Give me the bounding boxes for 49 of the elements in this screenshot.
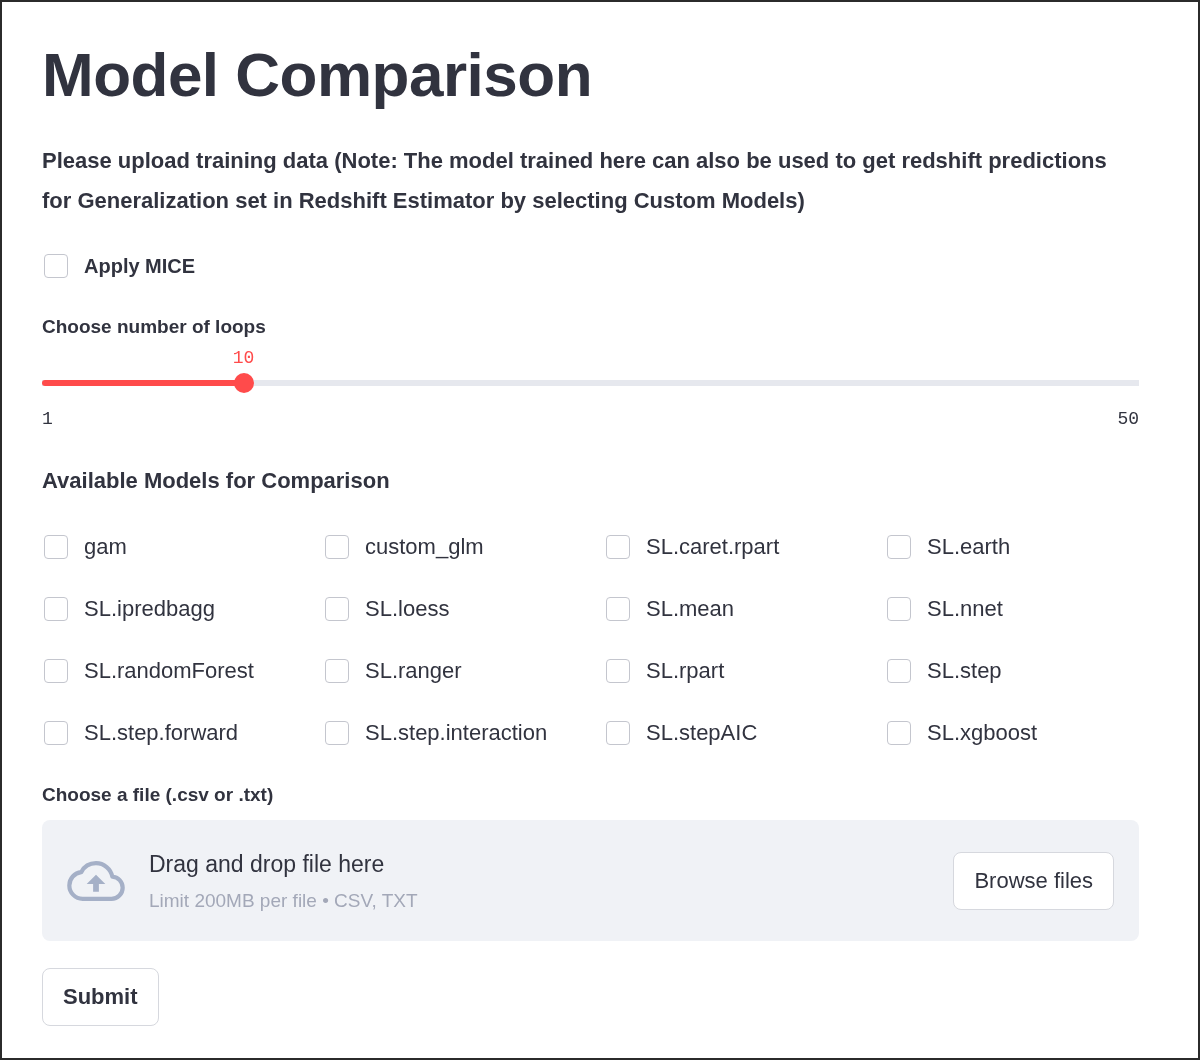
uploader-label: Choose a file (.csv or .txt) (42, 783, 275, 807)
checkbox[interactable] (44, 721, 68, 745)
slider-min-label: 1 (42, 409, 53, 429)
checkbox[interactable] (325, 659, 349, 683)
checkbox-label[interactable]: Apply MICE (84, 253, 196, 279)
checkbox[interactable] (44, 535, 68, 559)
checkbox[interactable] (606, 721, 630, 745)
checkbox-label[interactable]: gam (84, 534, 127, 560)
checkbox-label[interactable]: SL.xgboost (927, 720, 1038, 746)
checkbox[interactable] (887, 659, 911, 683)
checkbox[interactable] (887, 597, 911, 621)
checkbox[interactable] (44, 597, 68, 621)
checkbox[interactable] (44, 659, 68, 683)
checkbox-label[interactable]: SL.ipredbagg (84, 596, 215, 622)
browse-files-button[interactable]: Browse files (953, 851, 1114, 910)
checkbox-label[interactable]: SL.randomForest (84, 658, 254, 684)
page-title: Model Comparison (42, 40, 594, 110)
checkbox-label[interactable]: SL.stepAIC (646, 720, 758, 746)
slider-label: Choose number of loops (42, 315, 267, 339)
checkbox-label[interactable]: SL.mean (646, 596, 735, 622)
checkbox-label[interactable]: SL.earth (927, 534, 1011, 560)
checkbox[interactable] (325, 535, 349, 559)
checkbox-label[interactable]: SL.step (927, 658, 1002, 684)
checkbox[interactable] (44, 254, 68, 278)
cloud-upload-icon (67, 860, 125, 901)
dropzone-hint: Limit 200MB per file • CSV, TXT (149, 889, 419, 912)
checkbox[interactable] (887, 535, 911, 559)
checkbox-label[interactable]: SL.loess (365, 596, 450, 622)
checkbox-label[interactable]: SL.nnet (927, 596, 1003, 622)
file-dropzone[interactable]: Drag and drop file here Limit 200MB per file • CSV, TXT Browse files (42, 820, 1139, 941)
slider-thumb[interactable] (233, 373, 254, 393)
dropzone-title: Drag and drop file here (149, 849, 386, 878)
slider-value: 10 (232, 348, 255, 368)
checkbox-label[interactable]: SL.rpart (646, 658, 725, 684)
checkbox-label[interactable]: custom_glm (365, 534, 484, 560)
slider-max-label: 50 (1117, 409, 1139, 429)
checkbox[interactable] (325, 721, 349, 745)
section-heading: Available Models for Comparison (42, 467, 391, 495)
checkbox[interactable] (606, 659, 630, 683)
checkbox-label[interactable]: SL.step.forward (84, 720, 239, 746)
submit-button[interactable]: Submit (42, 968, 159, 1026)
checkbox[interactable] (606, 597, 630, 621)
checkbox[interactable] (325, 597, 349, 621)
checkbox-label[interactable]: SL.ranger (365, 658, 462, 684)
checkbox[interactable] (887, 721, 911, 745)
checkbox-label[interactable]: SL.caret.rpart (646, 534, 780, 560)
checkbox[interactable] (606, 535, 630, 559)
checkbox-label[interactable]: SL.step.interaction (365, 720, 548, 746)
intro-text: Please upload training data (Note: The model trained here can also be used to get redshift predictions for Generalization set in Redshift Estimator by selecting Custom Models) (42, 147, 1108, 215)
